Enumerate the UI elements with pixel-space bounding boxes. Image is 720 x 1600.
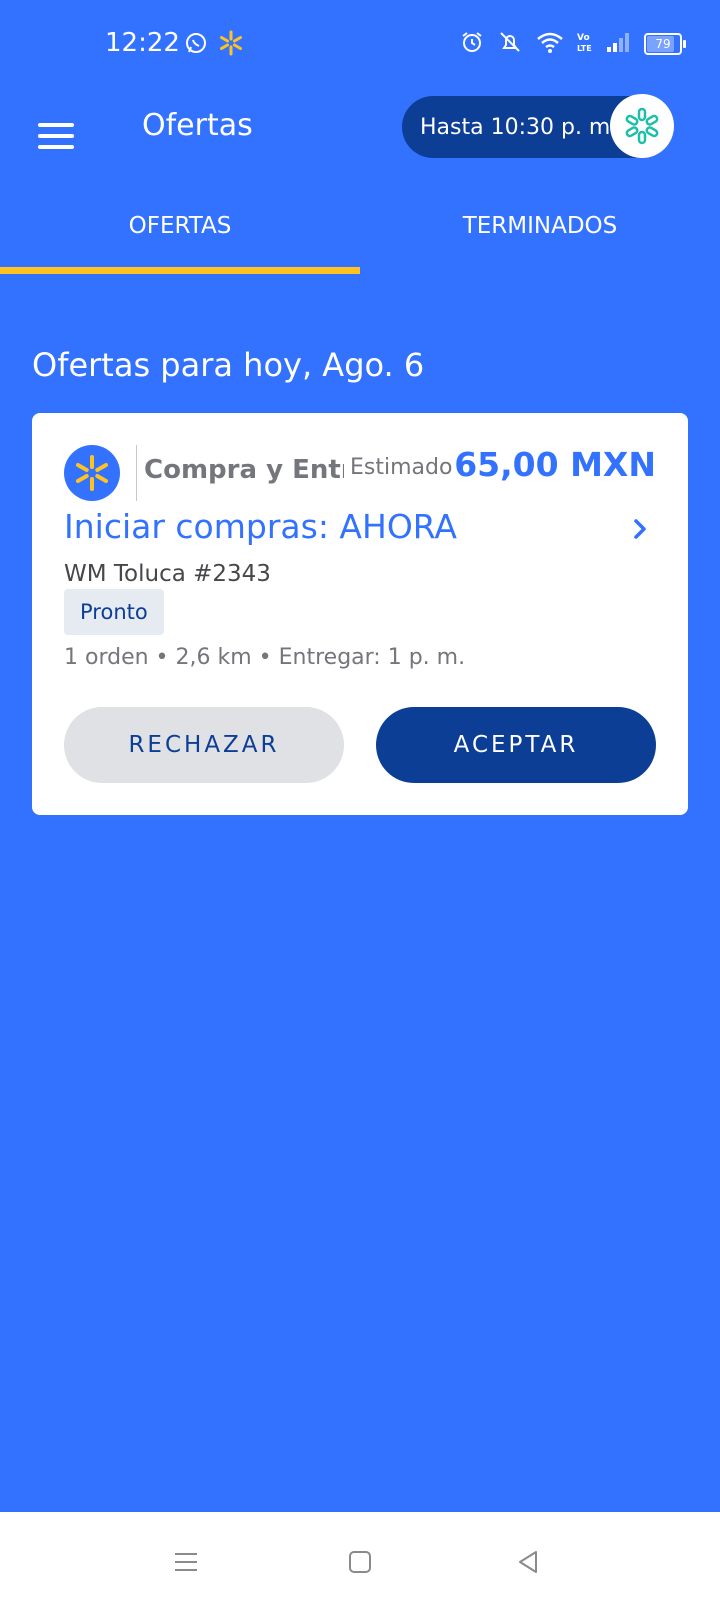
menu-button[interactable]	[30, 110, 82, 162]
page-title: Ofertas	[142, 108, 253, 143]
status-bar: 12:22 Vo LTE 79	[0, 0, 720, 90]
spark-avatar-icon[interactable]	[610, 94, 674, 158]
offer-title[interactable]: Iniciar compras: AHORA	[64, 507, 457, 546]
battery-level: 79	[655, 37, 671, 51]
menu-lines-icon	[175, 1553, 197, 1571]
svg-text:LTE: LTE	[577, 44, 592, 53]
hamburger-icon-line	[38, 145, 74, 149]
section-heading: Ofertas para hoy, Ago. 6	[32, 346, 425, 384]
alarm-icon	[460, 30, 484, 58]
status-time: 12:22	[105, 28, 180, 58]
tab-terminados[interactable]: TERMINADOS	[360, 195, 720, 280]
wifi-icon	[536, 30, 564, 58]
whatsapp-icon	[184, 31, 208, 59]
walmart-spark-icon	[64, 445, 120, 501]
shift-label: Hasta 10:30 p. m.	[420, 114, 618, 140]
card-divider	[136, 445, 137, 501]
offer-card[interactable]: Compra y Entrega Estimado 65,00 MXN Inic…	[32, 413, 688, 815]
tab-ofertas[interactable]: OFERTAS	[0, 195, 360, 280]
store-name: WM Toluca #2343	[64, 561, 271, 587]
estimated-label: Estimado	[350, 455, 453, 480]
app-bar: Ofertas Hasta 10:30 p. m.	[0, 90, 720, 190]
spark-icon	[218, 30, 244, 60]
back-button[interactable]	[508, 1542, 548, 1582]
status-app-icons	[184, 30, 244, 60]
accept-button[interactable]: ACEPTAR	[376, 707, 656, 783]
offer-details: 1 orden • 2,6 km • Entregar: 1 p. m.	[64, 645, 466, 670]
chevron-right-icon[interactable]	[628, 517, 652, 541]
tab-bar: OFERTAS TERMINADOS	[0, 195, 720, 280]
hamburger-icon-line	[38, 134, 74, 138]
status-badge: Pronto	[64, 589, 164, 635]
svg-text:Vo: Vo	[577, 33, 590, 43]
back-triangle-icon	[519, 1551, 537, 1573]
recents-button[interactable]	[166, 1542, 206, 1582]
volte-icon: Vo LTE	[576, 30, 594, 58]
reject-button[interactable]: RECHAZAR	[64, 707, 344, 783]
shift-status-pill[interactable]: Hasta 10:30 p. m.	[402, 94, 674, 158]
battery-icon: 79	[644, 33, 686, 55]
offer-type: Compra y Entrega	[144, 455, 344, 485]
signal-icon	[606, 31, 632, 57]
home-button[interactable]	[340, 1542, 380, 1582]
system-nav-bar	[0, 1512, 720, 1600]
offer-amount: 65,00 MXN	[454, 445, 656, 484]
square-icon	[349, 1551, 371, 1573]
hamburger-icon-line	[38, 123, 74, 127]
muted-bell-icon	[496, 30, 524, 58]
status-right-icons: Vo LTE 79	[460, 30, 686, 58]
